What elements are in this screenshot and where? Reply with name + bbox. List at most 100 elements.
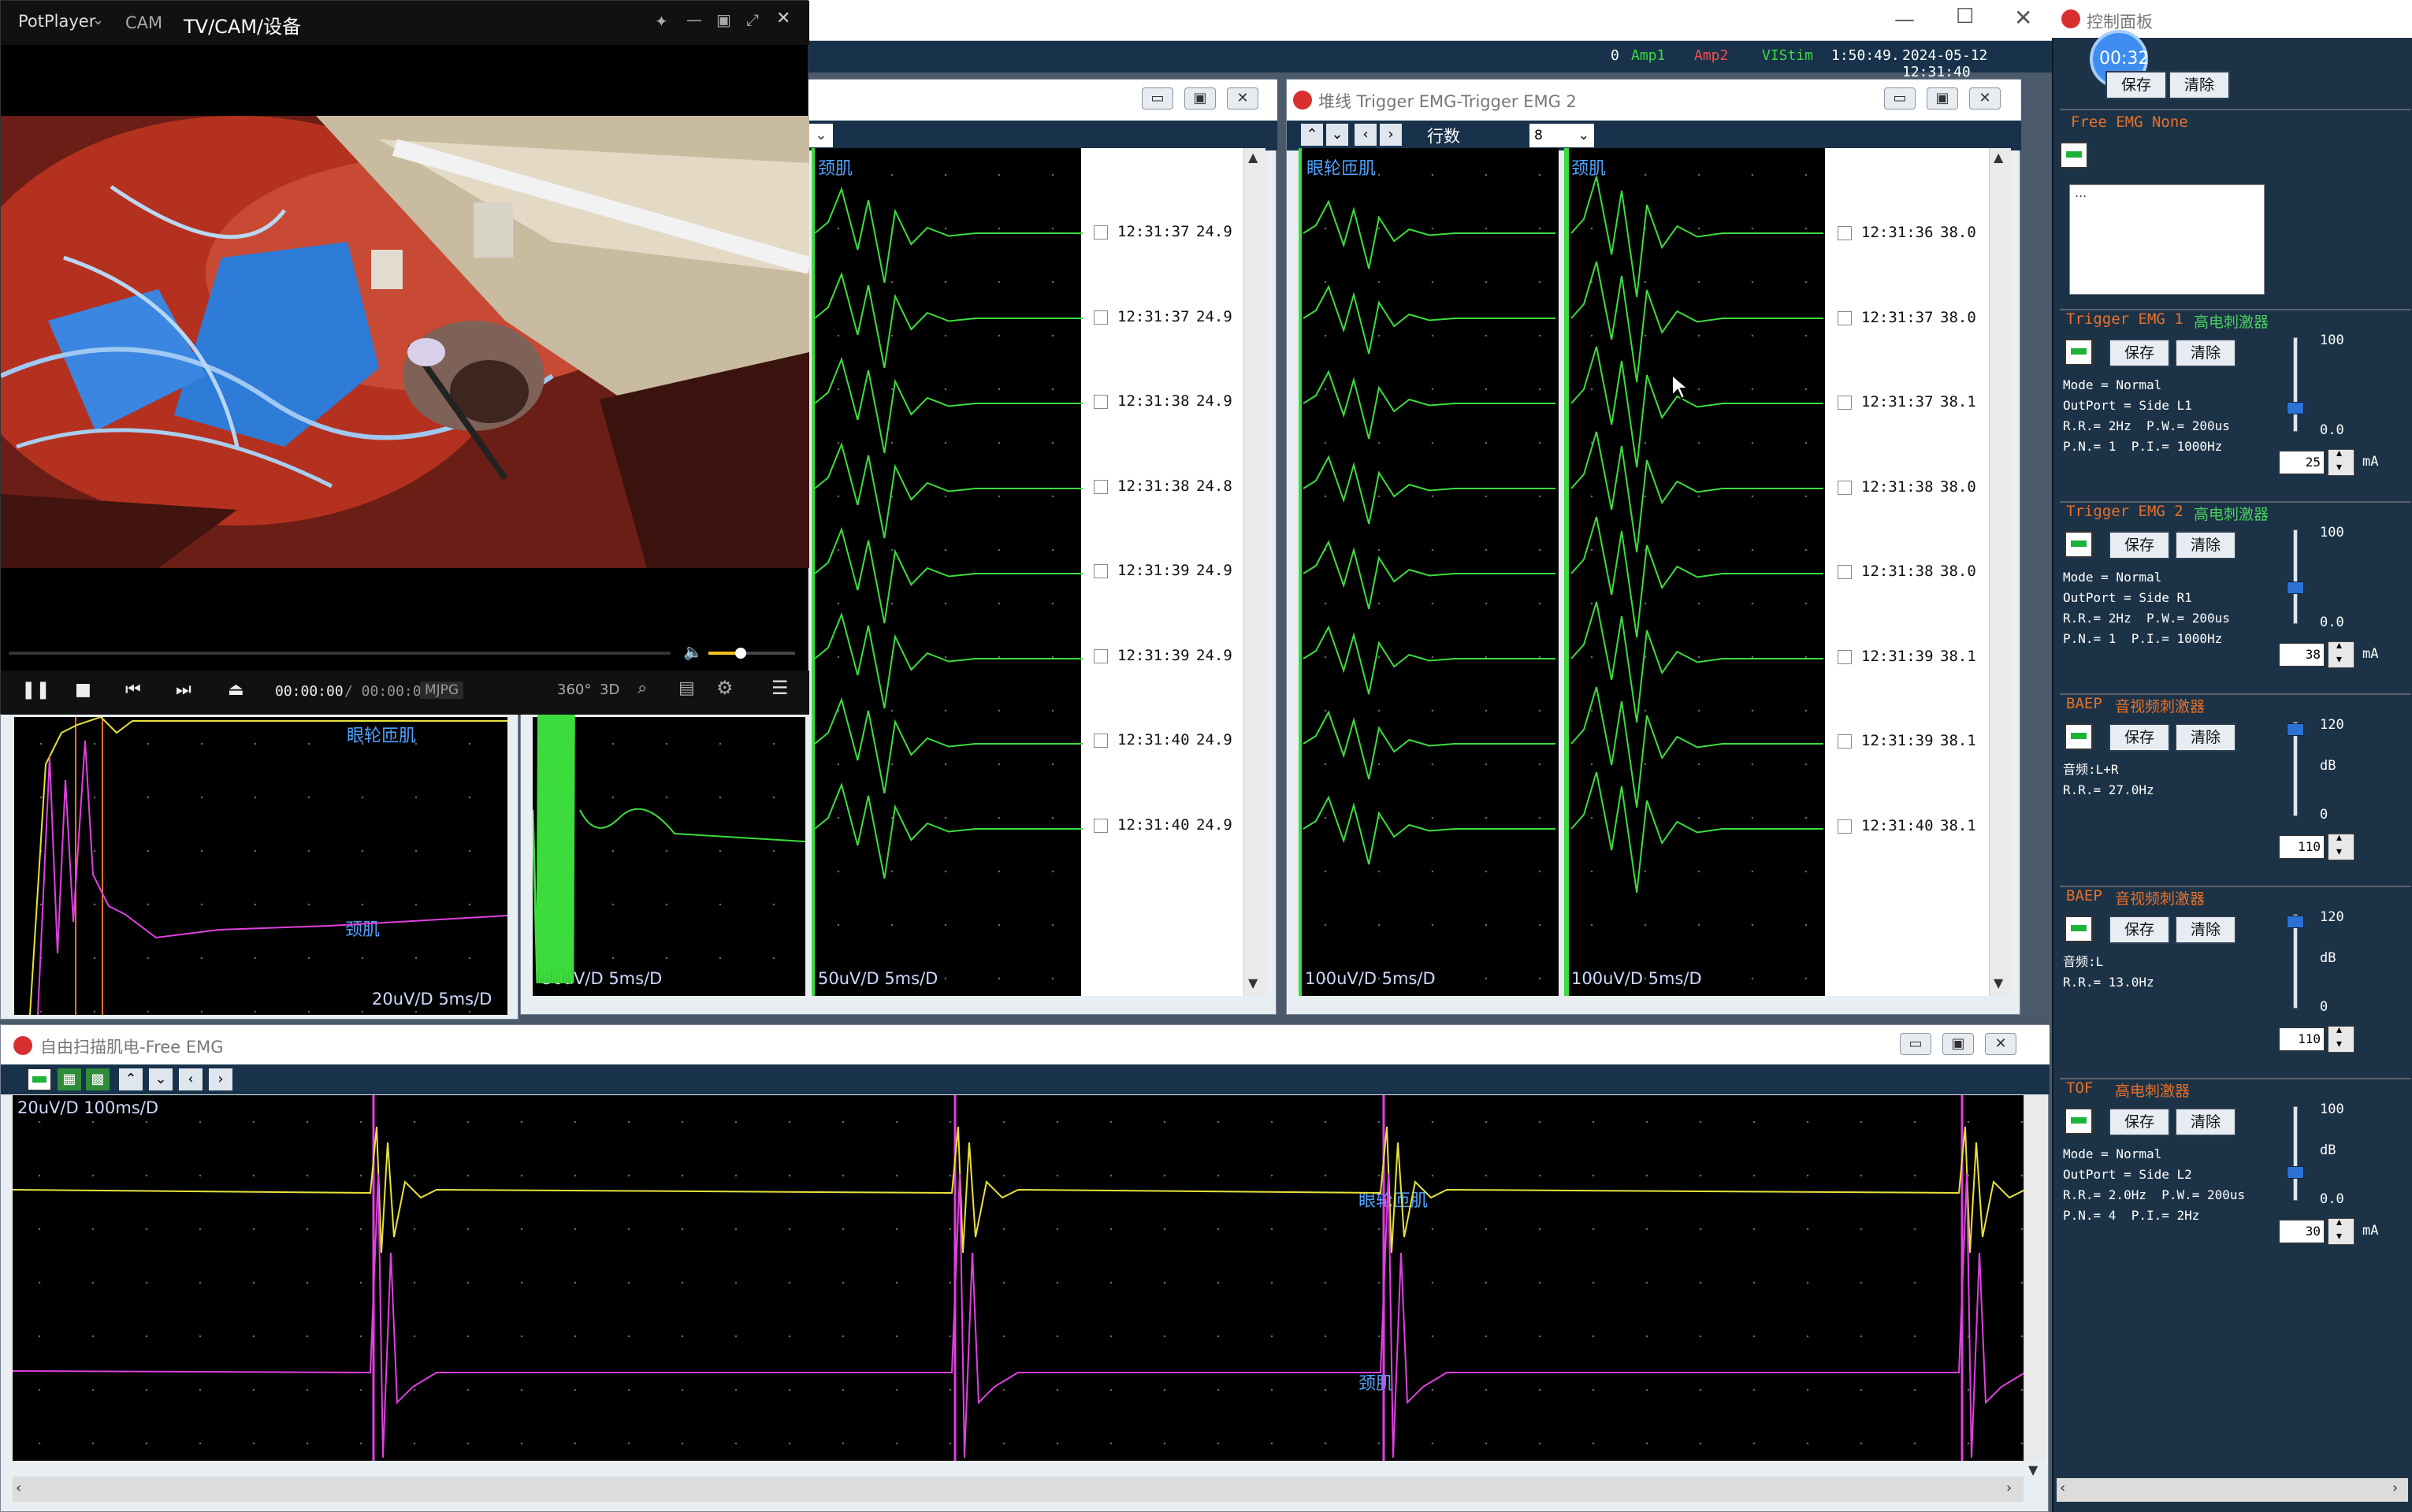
row-checkbox[interactable] [1838,310,1852,325]
section-slider[interactable] [2293,337,2298,432]
row-checkbox[interactable] [1838,819,1852,834]
scroll-left-icon[interactable]: ‹ [2060,1480,2065,1496]
scroll-up-icon[interactable]: ▲ [1248,150,1258,165]
fullscreen-icon[interactable]: ⤢ [746,10,759,29]
stepper-up-icon[interactable]: ▴ [2336,1216,2342,1228]
maximize-icon[interactable]: ☐ [1956,5,1974,28]
chevron-down-icon[interactable]: ⌄ [149,1068,173,1090]
stop-icon[interactable]: ■ [75,680,91,700]
section-slider[interactable] [2293,1106,2298,1201]
stepper-up-icon[interactable]: ▴ [2336,831,2342,844]
volume-icon[interactable]: 🔈 [683,642,703,661]
section-toggle-button[interactable] [2065,916,2093,942]
pin-icon[interactable]: ✦ [655,12,668,31]
section-clear-button[interactable]: 清除 [2175,531,2236,559]
section-stepper[interactable]: ▴ ▾ [2328,447,2354,476]
section-slider[interactable] [2293,914,2298,1009]
section-save-button[interactable]: 保存 [2109,916,2170,944]
scroll-down-icon[interactable]: ▼ [2028,1462,2038,1477]
row-checkbox[interactable] [1838,480,1852,495]
stepper-up-icon[interactable]: ▴ [2336,447,2342,459]
section-clear-button[interactable]: 清除 [2175,916,2236,944]
grid-dense-icon[interactable]: ▩ [86,1068,110,1090]
section-slider-thumb[interactable] [2287,723,2304,736]
section-toggle-button[interactable] [2065,1108,2093,1135]
chevron-left-icon[interactable]: ‹ [179,1068,203,1090]
row-checkbox[interactable] [1838,649,1852,664]
minimize-icon[interactable]: — [686,10,702,29]
row-checkbox[interactable] [1094,564,1108,578]
grid-icon[interactable]: ▦ [58,1068,81,1090]
stepper-up-icon[interactable]: ▴ [2336,639,2342,652]
section-slider-thumb[interactable] [2287,402,2304,414]
section-save-button[interactable]: 保存 [2109,339,2170,367]
restore-button[interactable]: ▣ [1927,87,1958,110]
playlist-icon[interactable]: ▤ [678,678,695,698]
seek-bar[interactable] [9,652,671,655]
section-value-input[interactable]: 110 [2279,1027,2325,1051]
chevron-right-icon[interactable]: › [209,1068,232,1090]
chevron-down-icon[interactable]: ⌄ [1326,124,1348,146]
control-panel-hscrollbar[interactable]: ‹ › [2057,1478,2408,1502]
section-slider-thumb[interactable] [2287,581,2304,594]
section-save-button[interactable]: 保存 [2109,531,2170,559]
stepper-down-icon[interactable]: ▾ [2336,1230,2342,1243]
close-icon[interactable]: ✕ [2014,5,2032,31]
toggle-green-icon[interactable] [28,1068,51,1090]
minimize-button[interactable]: ▭ [1142,87,1173,110]
close-button[interactable]: ✕ [1227,87,1258,110]
previous-icon[interactable]: ⏮ [125,680,141,700]
section-toggle-button[interactable] [2065,339,2093,366]
dropdown-arrow-icon[interactable]: ⌄ [809,124,833,147]
section-value-input[interactable]: 38 [2279,643,2325,667]
restore-button[interactable]: ▣ [1184,87,1216,110]
left-stack-scrollbar[interactable]: ▲ ▼ [1243,148,1265,996]
free-emg-hscrollbar[interactable]: ‹ › [13,1477,2024,1502]
row-checkbox[interactable] [1094,225,1108,240]
volume-slider[interactable] [708,648,795,659]
section-slider-thumb[interactable] [2287,916,2304,928]
close-button[interactable]: ✕ [1969,87,2001,110]
free-emg-toggle-button[interactable] [2060,142,2088,169]
minimize-icon[interactable]: — [1894,8,1915,32]
row-checkbox[interactable] [1094,734,1108,748]
search-icon[interactable]: ⌕ [637,678,647,698]
close-button[interactable]: ✕ [1985,1033,2016,1055]
stepper-down-icon[interactable]: ▾ [2336,845,2342,858]
scroll-left-icon[interactable]: ‹ [16,1480,21,1496]
stepper-up-icon[interactable]: ▴ [2336,1023,2342,1036]
chevron-up-icon[interactable]: ⌃ [1301,124,1323,146]
row-checkbox[interactable] [1838,565,1852,579]
section-slider[interactable] [2293,529,2298,624]
section-stepper[interactable]: ▴ ▾ [2328,831,2354,860]
scroll-down-icon[interactable]: ▼ [1994,975,2003,990]
scroll-right-icon[interactable]: › [2006,1480,2012,1496]
section-value-input[interactable]: 25 [2279,451,2325,474]
section-value-input[interactable]: 30 [2279,1220,2325,1243]
chevron-right-icon[interactable]: › [1380,124,1402,146]
section-stepper[interactable]: ▴ ▾ [2328,639,2354,668]
section-clear-button[interactable]: 清除 [2175,723,2236,752]
stepper-down-icon[interactable]: ▾ [2336,1038,2342,1050]
row-checkbox[interactable] [1094,310,1108,325]
stepper-down-icon[interactable]: ▾ [2336,461,2342,474]
scroll-right-icon[interactable]: › [2392,1480,2398,1496]
section-save-button[interactable]: 保存 [2109,1108,2170,1136]
app-name[interactable]: PotPlayer [18,12,95,31]
row-checkbox[interactable] [1838,396,1852,410]
cam-label[interactable]: CAM [125,13,162,32]
save-button[interactable]: 保存 [2105,71,2167,99]
row-checkbox[interactable] [1094,818,1108,833]
section-stepper[interactable]: ▴ ▾ [2328,1023,2354,1053]
3d-button[interactable]: 3D [600,682,619,698]
next-icon[interactable]: ⏭ [176,680,191,700]
restore-button[interactable]: ▣ [1942,1033,1974,1055]
row-checkbox[interactable] [1838,734,1852,749]
section-toggle-button[interactable] [2065,531,2093,558]
section-value-input[interactable]: 110 [2279,835,2325,859]
section-save-button[interactable]: 保存 [2109,723,2170,752]
restore-icon[interactable]: ▣ [716,10,731,29]
row-checkbox[interactable] [1094,479,1108,494]
row-checkbox[interactable] [1094,395,1108,409]
360-button[interactable]: 360° [557,682,591,698]
